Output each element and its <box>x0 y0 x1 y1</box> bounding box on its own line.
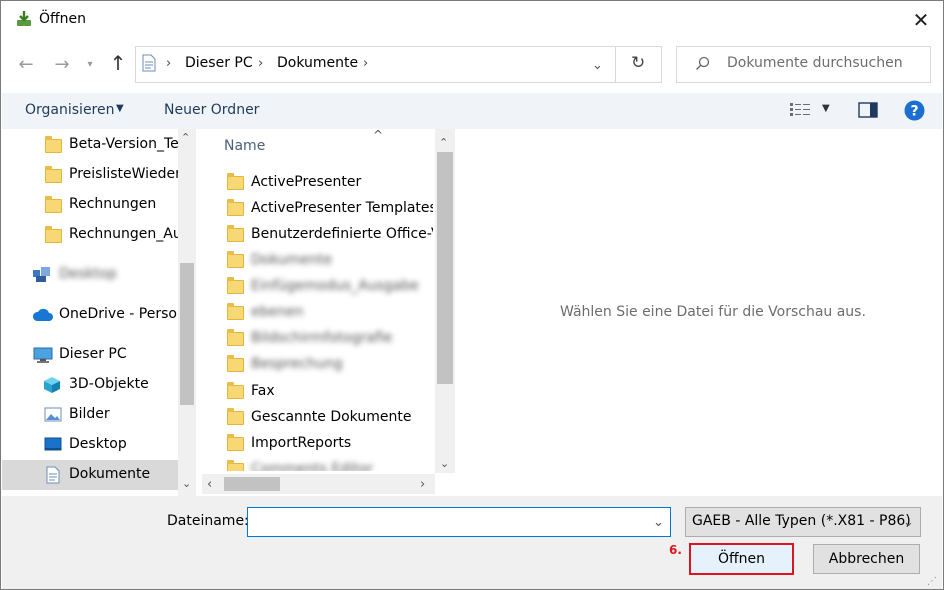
preview-message: Wählen Sie eine Datei für die Vorschau a… <box>560 304 866 320</box>
nav-scroll-thumb[interactable] <box>180 263 194 405</box>
cube-icon <box>44 377 60 393</box>
scroll-left-icon[interactable]: ‹ <box>207 477 212 492</box>
computer-icon <box>33 347 53 363</box>
breadcrumb-this-pc[interactable]: Dieser PC <box>185 55 253 71</box>
file-list-item[interactable]: Bildschirmfotografie <box>223 326 433 352</box>
filename-input[interactable] <box>247 507 671 537</box>
nav-folder-item[interactable]: Beta-Version_Tes <box>2 130 178 160</box>
document-icon <box>46 466 60 484</box>
nav-3d-objects[interactable]: 3D-Objekte <box>2 370 178 400</box>
scroll-right-icon[interactable]: › <box>420 477 425 492</box>
file-list-item[interactable]: Gescannte Dokumente <box>223 405 433 431</box>
new-folder-button[interactable]: Neuer Ordner <box>164 102 259 118</box>
folder-icon <box>227 408 244 425</box>
column-header-name[interactable]: Name <box>224 138 265 154</box>
folder-icon <box>227 434 244 451</box>
breadcrumb-separator-icon: › <box>166 56 172 71</box>
breadcrumb-separator-icon[interactable]: › <box>363 56 368 71</box>
file-type-value: GAEB - Alle Typen (*.X81 - P86) <box>692 513 911 529</box>
file-list-scroll-thumb[interactable] <box>437 152 453 384</box>
refresh-icon[interactable]: ↻ <box>631 53 645 73</box>
back-arrow-icon[interactable]: ← <box>15 53 37 77</box>
folder-icon <box>227 460 244 471</box>
organize-chevron-icon[interactable]: ▼ <box>116 103 124 114</box>
folder-icon <box>227 173 244 190</box>
address-dropdown-chevron-icon[interactable]: ⌄ <box>592 58 603 73</box>
file-list-item[interactable]: ActivePresenter Templates <box>223 196 433 222</box>
folder-icon <box>45 196 62 213</box>
search-icon <box>696 56 710 70</box>
file-type-chevron-icon[interactable]: ⌄ <box>903 515 914 530</box>
file-list-item[interactable]: Einfügemodus_Ausgabe <box>223 274 433 300</box>
scroll-up-icon[interactable]: ⌃ <box>439 136 448 149</box>
desktop-icon <box>44 437 62 451</box>
breadcrumb-documents[interactable]: Dokumente <box>277 55 358 71</box>
nav-onedrive[interactable]: OneDrive - Persor <box>2 300 178 330</box>
documents-location-icon <box>142 54 156 72</box>
filename-dropdown-chevron-icon[interactable]: ⌄ <box>653 515 664 530</box>
sort-ascending-icon: ^ <box>373 128 384 142</box>
desktop-group-icon <box>33 267 50 282</box>
up-arrow-icon[interactable]: ↑ <box>107 51 129 77</box>
scroll-up-icon[interactable]: ⌃ <box>181 131 190 144</box>
nav-documents[interactable]: Dokumente <box>2 460 178 490</box>
file-list-item[interactable]: Comments Editor <box>223 457 433 471</box>
open-dialog: Öffnen ✕ ← → ▾ ↑ › Dieser PC › Dokumente… <box>0 0 944 590</box>
folder-icon <box>45 226 62 243</box>
file-list-hscroll-thumb[interactable] <box>224 477 280 491</box>
folder-icon <box>227 303 244 320</box>
folder-icon <box>227 382 244 399</box>
app-icon <box>17 11 31 26</box>
nav-folder-item[interactable]: PreislisteWiederh <box>2 160 178 190</box>
folder-icon <box>227 251 244 268</box>
file-list-item[interactable]: Benutzerdefinierte Office-Vo <box>223 222 433 248</box>
file-list-item[interactable]: ImportReports <box>223 431 433 457</box>
folder-icon <box>45 136 62 153</box>
window-title: Öffnen <box>39 11 87 27</box>
filename-label: Dateiname: <box>167 513 249 529</box>
preview-pane-icon[interactable] <box>858 102 878 118</box>
title-bar <box>1 1 943 39</box>
svg-text:?: ? <box>910 104 918 120</box>
close-icon[interactable]: ✕ <box>907 7 935 35</box>
view-options-icon[interactable] <box>790 102 812 118</box>
folder-icon <box>45 166 62 183</box>
nav-desktop[interactable]: Desktop <box>2 430 178 460</box>
breadcrumb-separator-icon: › <box>258 56 264 71</box>
nav-this-pc[interactable]: Dieser PC <box>2 340 178 370</box>
nav-folder-item[interactable]: Rechnungen_Au <box>2 220 178 250</box>
folder-icon <box>227 329 244 346</box>
file-list-item[interactable]: Besprechung <box>223 352 433 378</box>
file-list-item[interactable]: ActivePresenter <box>223 170 433 196</box>
nav-folder-item[interactable]: Rechnungen <box>2 190 178 220</box>
resize-grip-icon[interactable]: ⋰ <box>927 576 939 588</box>
organize-menu[interactable]: Organisieren <box>25 102 115 118</box>
nav-pictures[interactable]: Bilder <box>2 400 178 430</box>
folder-icon <box>227 225 244 242</box>
cancel-button[interactable]: Abbrechen <box>813 544 920 574</box>
file-list-item[interactable]: ebenen <box>223 300 433 326</box>
nav-blurred-item[interactable]: Desktop <box>2 260 178 290</box>
recent-locations-chevron-icon[interactable]: ▾ <box>83 53 97 77</box>
file-list-item[interactable]: Dokumente <box>223 248 433 274</box>
scroll-down-icon[interactable]: ⌄ <box>182 477 191 490</box>
step-marker: 6. <box>669 543 682 557</box>
view-options-chevron-icon[interactable]: ▼ <box>822 103 830 114</box>
open-button[interactable]: Öffnen <box>689 543 794 575</box>
address-divider <box>615 47 616 82</box>
cloud-icon <box>32 308 53 321</box>
scroll-down-icon[interactable]: ⌄ <box>440 457 449 470</box>
folder-icon <box>227 355 244 372</box>
search-placeholder[interactable]: Dokumente durchsuchen <box>727 55 903 71</box>
help-icon[interactable]: ? <box>904 100 925 121</box>
forward-arrow-icon[interactable]: → <box>51 53 73 77</box>
folder-icon <box>227 277 244 294</box>
pictures-icon <box>44 407 62 422</box>
file-list-item[interactable]: Fax <box>223 379 433 405</box>
folder-icon <box>227 199 244 216</box>
